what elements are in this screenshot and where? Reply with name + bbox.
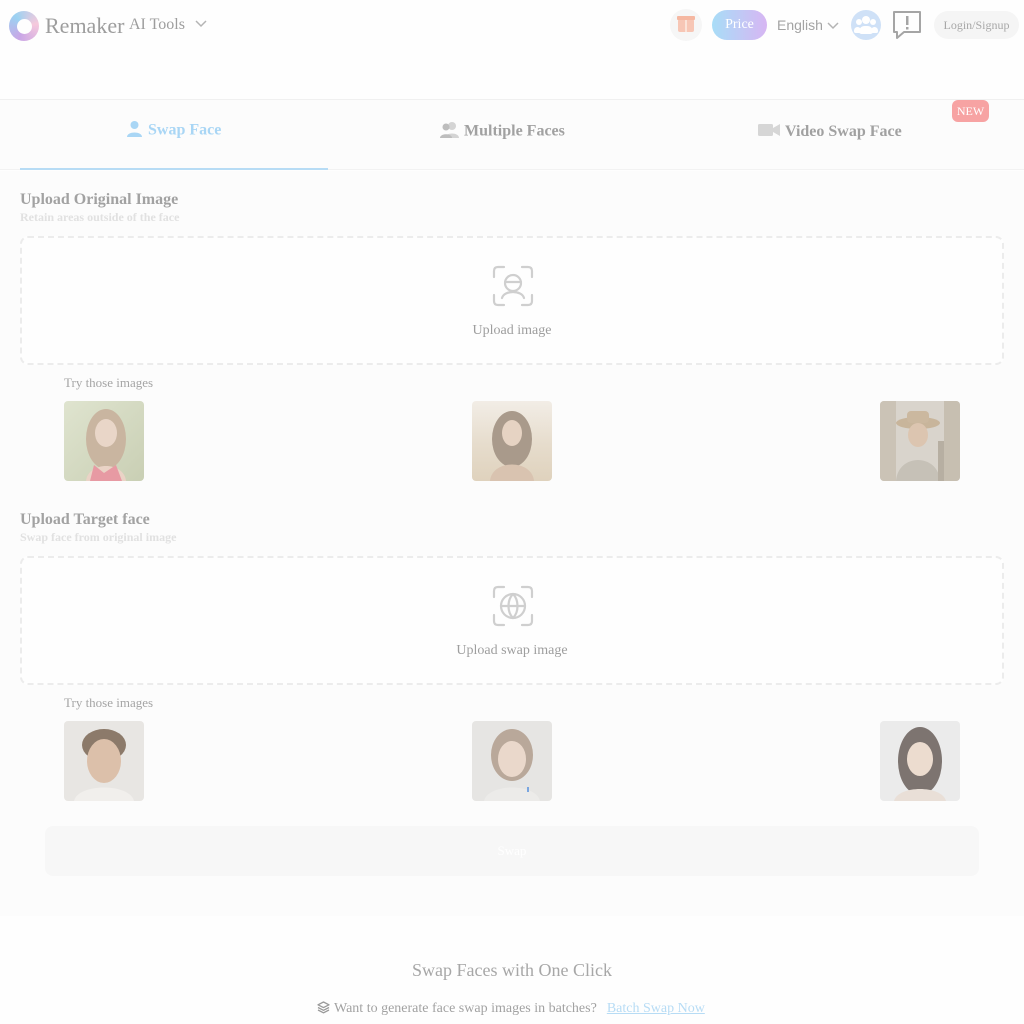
sample-original-image-3[interactable] bbox=[880, 401, 960, 481]
feedback-icon[interactable] bbox=[892, 10, 922, 40]
target-section-title: Upload Target face bbox=[20, 511, 150, 528]
upload-swap-image-label: Upload swap image bbox=[456, 643, 568, 658]
sample-target-face-1[interactable] bbox=[64, 721, 144, 801]
chevron-down-icon[interactable] bbox=[195, 18, 207, 33]
gift-icon bbox=[677, 16, 695, 32]
swap-button[interactable]: Swap bbox=[45, 826, 979, 876]
person-icon bbox=[126, 120, 143, 142]
top-header: Remaker AI Tools Price English Login/Sig… bbox=[0, 0, 1024, 100]
section-heading: Swap Faces with One Click bbox=[412, 960, 612, 980]
sample-original-image-1[interactable] bbox=[64, 401, 144, 481]
sample-target-face-3[interactable] bbox=[880, 721, 960, 801]
original-section-subtitle: Retain areas outside of the face bbox=[20, 210, 180, 224]
tab-label: Swap Face bbox=[148, 121, 222, 139]
sample-original-image-2[interactable] bbox=[472, 401, 552, 481]
sample-target-face-2[interactable] bbox=[472, 721, 552, 801]
face-swap-upload-icon bbox=[492, 585, 534, 627]
tab-swap-face[interactable]: Swap Face bbox=[126, 120, 221, 142]
remaker-logo-icon[interactable] bbox=[9, 11, 39, 41]
ai-tools-menu[interactable]: AI Tools bbox=[129, 16, 185, 34]
tab-label: Multiple Faces bbox=[464, 122, 565, 140]
tab-multiple-faces[interactable]: Multiple Faces bbox=[440, 121, 565, 143]
tool-tabs: Swap Face Multiple Faces Video Swap Face bbox=[0, 100, 1024, 170]
batch-swap-now-link[interactable]: Batch Swap Now bbox=[607, 1001, 705, 1016]
active-tab-indicator bbox=[20, 168, 328, 170]
target-section-subtitle: Swap face from original image bbox=[20, 530, 177, 544]
batch-promo: Want to generate face swap images in bat… bbox=[317, 1001, 705, 1019]
try-images-label: Try those images bbox=[64, 375, 154, 390]
login-signup-button[interactable]: Login/Signup bbox=[934, 11, 1019, 39]
gift-button[interactable] bbox=[670, 9, 702, 41]
tab-video-swap-face[interactable]: Video Swap Face bbox=[758, 123, 902, 142]
original-image-dropzone[interactable]: Upload image bbox=[20, 236, 1004, 365]
community-icon[interactable] bbox=[851, 10, 881, 40]
language-selector[interactable]: English bbox=[777, 17, 823, 33]
tab-label: Video Swap Face bbox=[785, 123, 902, 141]
chevron-down-icon[interactable] bbox=[827, 20, 839, 35]
video-camera-icon bbox=[758, 123, 780, 142]
face-scan-upload-icon bbox=[492, 265, 534, 307]
layers-icon bbox=[317, 1001, 330, 1019]
price-button[interactable]: Price bbox=[712, 10, 767, 40]
batch-promo-text: Want to generate face swap images in bat… bbox=[334, 1001, 597, 1016]
people-icon bbox=[440, 121, 459, 143]
original-section-title: Upload Original Image bbox=[20, 191, 179, 208]
upload-image-label: Upload image bbox=[472, 323, 552, 338]
target-face-dropzone[interactable]: Upload swap image bbox=[20, 556, 1004, 685]
new-badge: NEW bbox=[952, 100, 989, 122]
try-images-label: Try those images bbox=[64, 695, 154, 710]
brand-name[interactable]: Remaker bbox=[45, 13, 124, 39]
